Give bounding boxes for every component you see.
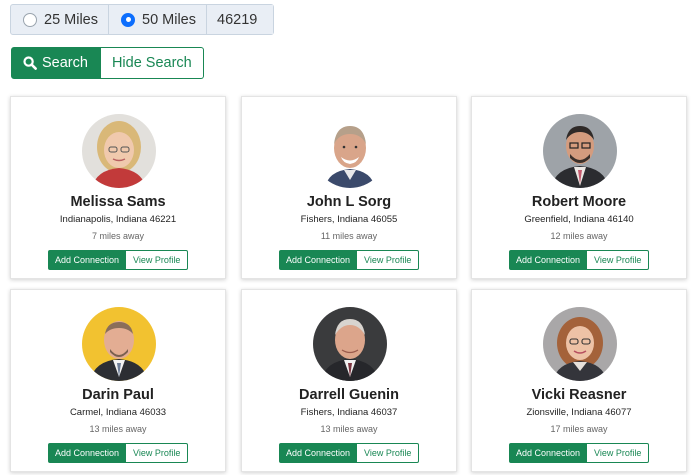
radio-25-miles[interactable]: [23, 12, 37, 27]
person-distance: 11 miles away: [320, 231, 378, 241]
card-actions: Add Connection View Profile: [48, 443, 189, 463]
person-distance: 13 miles away: [89, 424, 147, 434]
search-button-label: Search: [42, 55, 88, 71]
person-distance: 7 miles away: [91, 231, 145, 241]
radius-label-50: 50 Miles: [142, 11, 196, 28]
radio-50-miles[interactable]: [121, 12, 135, 27]
person-location: Indianapolis, Indiana 46221: [59, 214, 177, 225]
view-profile-button[interactable]: View Profile: [357, 443, 420, 463]
view-profile-button[interactable]: View Profile: [126, 250, 189, 270]
avatar: [313, 114, 387, 188]
card-actions: Add Connection View Profile: [279, 443, 420, 463]
search-icon: [23, 56, 37, 70]
person-name[interactable]: Robert Moore: [472, 194, 686, 210]
person-distance: 13 miles away: [320, 424, 378, 434]
result-card: John L Sorg Fishers, Indiana 46055 11 mi…: [241, 96, 457, 279]
view-profile-button[interactable]: View Profile: [126, 443, 189, 463]
person-name[interactable]: Vicki Reasner: [472, 387, 686, 403]
result-card: Robert Moore Greenfield, Indiana 46140 1…: [471, 96, 687, 279]
search-button-group: Search Hide Search: [11, 47, 204, 79]
person-location: Fishers, Indiana 46037: [300, 407, 398, 418]
view-profile-button[interactable]: View Profile: [587, 443, 650, 463]
result-card: Melissa Sams Indianapolis, Indiana 46221…: [10, 96, 226, 279]
person-distance: 17 miles away: [550, 424, 608, 434]
card-actions: Add Connection View Profile: [48, 250, 189, 270]
add-connection-button[interactable]: Add Connection: [279, 443, 358, 463]
avatar: [543, 114, 617, 188]
card-actions: Add Connection View Profile: [279, 250, 420, 270]
add-connection-button[interactable]: Add Connection: [509, 250, 588, 270]
avatar: [82, 114, 156, 188]
radius-selector: 25 Miles 50 Miles: [10, 4, 274, 35]
person-location: Carmel, Indiana 46033: [69, 407, 167, 418]
radius-option-25[interactable]: 25 Miles: [11, 5, 109, 34]
avatar: [543, 307, 617, 381]
add-connection-button[interactable]: Add Connection: [48, 250, 127, 270]
avatar: [82, 307, 156, 381]
person-location: Zionsville, Indiana 46077: [526, 407, 632, 418]
add-connection-button[interactable]: Add Connection: [509, 443, 588, 463]
hide-search-label: Hide Search: [111, 55, 192, 71]
add-connection-button[interactable]: Add Connection: [279, 250, 358, 270]
view-profile-button[interactable]: View Profile: [357, 250, 420, 270]
radius-label-25: 25 Miles: [44, 11, 98, 28]
search-button[interactable]: Search: [11, 47, 101, 79]
person-location: Fishers, Indiana 46055: [300, 214, 398, 225]
person-name[interactable]: Darin Paul: [11, 387, 225, 403]
radius-option-50[interactable]: 50 Miles: [109, 5, 207, 34]
avatar: [313, 307, 387, 381]
add-connection-button[interactable]: Add Connection: [48, 443, 127, 463]
card-actions: Add Connection View Profile: [509, 250, 650, 270]
result-card: Vicki Reasner Zionsville, Indiana 46077 …: [471, 289, 687, 472]
person-name[interactable]: John L Sorg: [242, 194, 456, 210]
zip-code-input[interactable]: [207, 5, 273, 34]
card-actions: Add Connection View Profile: [509, 443, 650, 463]
person-name[interactable]: Darrell Guenin: [242, 387, 456, 403]
view-profile-button[interactable]: View Profile: [587, 250, 650, 270]
hide-search-button[interactable]: Hide Search: [100, 47, 204, 79]
person-name[interactable]: Melissa Sams: [11, 194, 225, 210]
result-card: Darrell Guenin Fishers, Indiana 46037 13…: [241, 289, 457, 472]
result-card: Darin Paul Carmel, Indiana 46033 13 mile…: [10, 289, 226, 472]
person-distance: 12 miles away: [550, 231, 608, 241]
person-location: Greenfield, Indiana 46140: [524, 214, 634, 225]
